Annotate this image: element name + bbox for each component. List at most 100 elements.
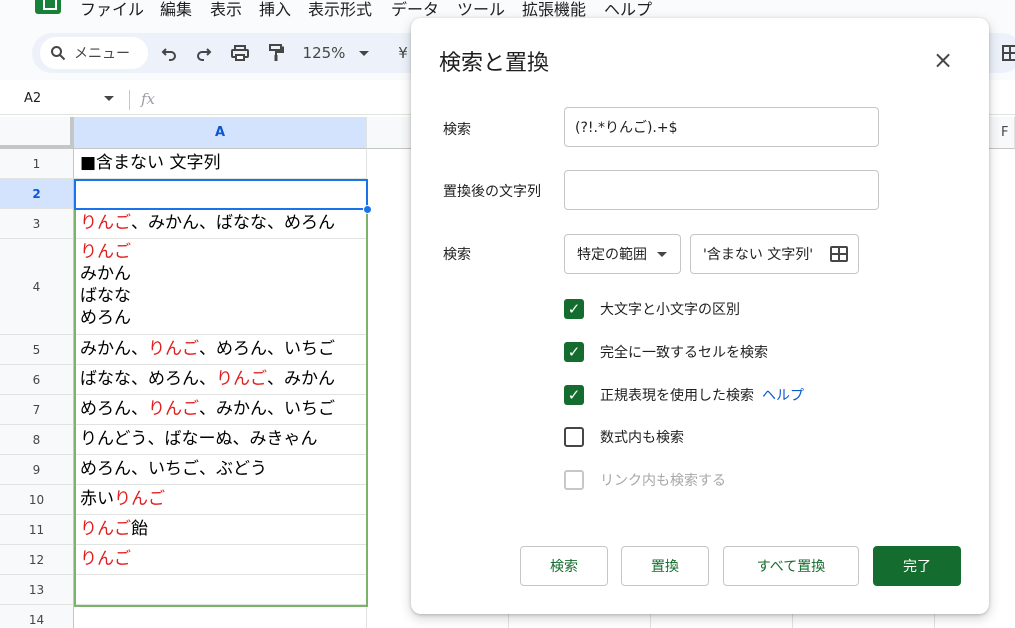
name-box-chevron-down-icon[interactable] bbox=[104, 96, 114, 101]
range-input[interactable]: '含まない 文字列' bbox=[690, 234, 859, 274]
paint-format-icon[interactable] bbox=[263, 33, 289, 73]
column-header-a[interactable]: A bbox=[74, 117, 367, 149]
cell-a12[interactable]: りんご bbox=[74, 545, 367, 575]
cell-a9[interactable]: めろん、いちご、ぶどう bbox=[74, 455, 367, 485]
row-header[interactable]: 4 bbox=[0, 239, 74, 335]
highlighted-text-segment: りんご bbox=[114, 489, 165, 509]
row-header[interactable]: 9 bbox=[0, 455, 74, 485]
menu-format[interactable]: 表示形式 bbox=[308, 0, 372, 22]
cell-a4[interactable]: りんご みかん ばなな めろん bbox=[74, 239, 367, 335]
help-link[interactable]: ヘルプ bbox=[762, 385, 804, 405]
find-button[interactable]: 検索 bbox=[520, 546, 608, 586]
row-header[interactable]: 1 bbox=[0, 149, 74, 179]
print-icon[interactable] bbox=[226, 33, 254, 73]
cell-a8[interactable]: りんどう、ばなーぬ、みきゃん bbox=[74, 425, 367, 455]
spreadsheet-app: ファイル 編集 表示 挿入 表示形式 データ ツール 拡張機能 ヘルプ メニュー bbox=[0, 0, 1015, 628]
option-match-entire-cell[interactable]: ✓ 完全に一致するセルを検索 bbox=[564, 340, 768, 364]
fx-icon: fx bbox=[141, 90, 156, 108]
cell-a6[interactable]: ばなな、めろん、りんご、みかん bbox=[74, 365, 367, 395]
row-header[interactable]: 5 bbox=[0, 335, 74, 365]
text-segment: 、みかん、いちご bbox=[199, 399, 335, 419]
row-header[interactable]: 13 bbox=[0, 575, 74, 605]
scope-value: 特定の範囲 bbox=[577, 247, 647, 263]
borders-icon[interactable] bbox=[998, 33, 1015, 73]
replace-button[interactable]: 置換 bbox=[621, 546, 709, 586]
checkbox-unchecked-icon[interactable] bbox=[564, 427, 584, 447]
highlighted-text-segment: りんご bbox=[80, 519, 131, 539]
undo-icon[interactable] bbox=[156, 33, 182, 73]
checkbox-checked-icon[interactable]: ✓ bbox=[564, 385, 584, 405]
text-segment: りんどう、ばなーぬ、みきゃん bbox=[80, 429, 318, 449]
row-header[interactable]: 10 bbox=[0, 485, 74, 515]
zoom-select[interactable]: 125% bbox=[300, 33, 348, 73]
checkbox-disabled-icon bbox=[564, 470, 584, 490]
redo-icon[interactable] bbox=[191, 33, 217, 73]
row-header[interactable]: 6 bbox=[0, 365, 74, 395]
cell-a1[interactable]: ■含まない 文字列 bbox=[74, 149, 367, 179]
currency-format-button[interactable]: ¥ bbox=[396, 33, 410, 73]
range-value: '含まない 文字列' bbox=[703, 247, 814, 263]
text-segment: みかん、 bbox=[80, 339, 148, 359]
highlighted-text-segment: りんご bbox=[80, 213, 131, 233]
replace-all-button[interactable]: すべて置換 bbox=[723, 546, 859, 586]
cell-a7[interactable]: めろん、りんご、みかん、いちご bbox=[74, 395, 367, 425]
cell-a5[interactable]: みかん、りんご、めろん、いちご bbox=[74, 335, 367, 365]
option-search-links: リンク内も検索する bbox=[564, 468, 726, 492]
text-segment: めろん、 bbox=[80, 399, 148, 419]
row-header[interactable]: 14 bbox=[0, 605, 74, 628]
cell-a3[interactable]: りんご、みかん、ばなな、めろん bbox=[74, 209, 367, 239]
row-header[interactable]: 2 bbox=[0, 179, 74, 209]
text-segment: 、みかん bbox=[267, 369, 335, 389]
cell-a11[interactable]: りんご飴 bbox=[74, 515, 367, 545]
option-regex[interactable]: ✓ 正規表現を使用した検索 ヘルプ bbox=[564, 383, 804, 407]
row-header[interactable]: 8 bbox=[0, 425, 74, 455]
fill-handle[interactable] bbox=[363, 205, 372, 214]
close-icon[interactable]: × bbox=[929, 46, 957, 74]
row-header[interactable]: 11 bbox=[0, 515, 74, 545]
sheets-logo-icon[interactable] bbox=[35, 0, 61, 14]
zoom-chevron-down-icon[interactable] bbox=[354, 33, 374, 73]
highlighted-text-segment: りんご bbox=[80, 549, 131, 569]
text-segment: 、みかん、ばなな、めろん bbox=[131, 213, 335, 233]
menu-file[interactable]: ファイル bbox=[80, 0, 144, 22]
cell-a14[interactable] bbox=[74, 605, 367, 628]
text-segment: 赤い bbox=[80, 489, 114, 509]
menu-view[interactable]: 表示 bbox=[210, 0, 242, 22]
scope-select[interactable]: 特定の範囲 bbox=[564, 234, 681, 274]
done-button[interactable]: 完了 bbox=[873, 546, 961, 586]
option-label: 大文字と小文字の区別 bbox=[600, 302, 740, 318]
row-header[interactable]: 12 bbox=[0, 545, 74, 575]
text-segment: みかん ばなな めろん bbox=[80, 264, 131, 328]
row-header[interactable]: 3 bbox=[0, 209, 74, 239]
cell-a13[interactable] bbox=[74, 575, 367, 605]
row-header[interactable]: 7 bbox=[0, 395, 74, 425]
option-search-formulas[interactable]: 数式内も検索 bbox=[564, 425, 684, 449]
name-box[interactable]: A2 bbox=[24, 91, 41, 106]
option-label: リンク内も検索する bbox=[600, 473, 726, 489]
zoom-value: 125% bbox=[302, 44, 346, 62]
option-match-case[interactable]: ✓ 大文字と小文字の区別 bbox=[564, 297, 740, 321]
search-menus-button[interactable]: メニュー bbox=[40, 37, 148, 69]
replace-input[interactable] bbox=[564, 170, 879, 210]
option-label: 数式内も検索 bbox=[600, 430, 684, 446]
menu-edit[interactable]: 編集 bbox=[160, 0, 192, 22]
active-cell-a2[interactable] bbox=[74, 179, 368, 210]
text-segment: ばなな、めろん、 bbox=[80, 369, 216, 389]
find-input[interactable]: (?!.*りんご).+$ bbox=[564, 107, 879, 147]
find-label: 検索 bbox=[443, 122, 471, 138]
text-segment: 飴 bbox=[131, 519, 148, 539]
text-segment: めろん、いちご、ぶどう bbox=[80, 459, 267, 479]
cell-a10[interactable]: 赤いりんご bbox=[74, 485, 367, 515]
select-range-icon[interactable] bbox=[830, 246, 848, 262]
highlighted-text-segment: りんご bbox=[216, 369, 267, 389]
checkbox-checked-icon[interactable]: ✓ bbox=[564, 342, 584, 362]
highlighted-text-segment: りんご bbox=[80, 242, 131, 262]
currency-symbol: ¥ bbox=[398, 44, 408, 62]
find-replace-dialog: 検索と置換 × 検索 (?!.*りんご).+$ 置換後の文字列 検索 特定の範囲… bbox=[411, 18, 989, 614]
select-all-corner[interactable] bbox=[0, 117, 74, 149]
menu-insert[interactable]: 挿入 bbox=[259, 0, 291, 22]
checkbox-checked-icon[interactable]: ✓ bbox=[564, 299, 584, 319]
dialog-title: 検索と置換 bbox=[439, 51, 550, 76]
text-segment: ■含まない 文字列 bbox=[80, 153, 221, 173]
search-icon bbox=[51, 46, 66, 61]
